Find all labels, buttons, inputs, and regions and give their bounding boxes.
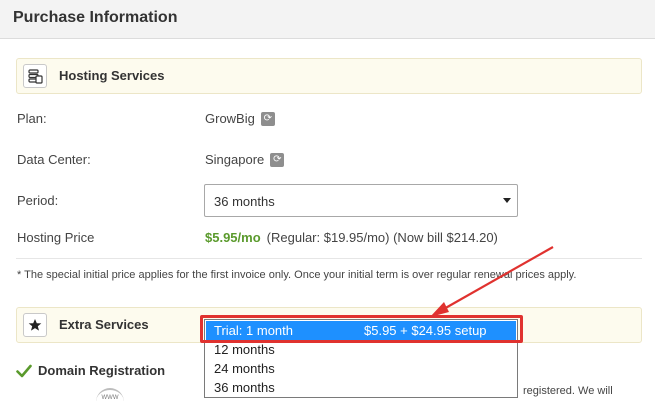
star-icon bbox=[23, 313, 47, 337]
change-plan-icon[interactable]: ⟳ bbox=[260, 111, 275, 126]
period-option-label: 12 months bbox=[214, 342, 275, 357]
server-stack-icon bbox=[23, 64, 47, 88]
period-selected-value: 36 months bbox=[214, 194, 275, 209]
period-option-36-months[interactable]: 36 months bbox=[206, 378, 516, 397]
plan-value: GrowBig bbox=[205, 111, 255, 126]
plan-label: Plan: bbox=[17, 111, 47, 126]
period-select[interactable]: 36 months bbox=[204, 184, 518, 217]
change-datacenter-icon[interactable]: ⟳ bbox=[270, 152, 285, 167]
checkmark-icon bbox=[16, 364, 32, 377]
domain-registration-label: Domain Registration bbox=[38, 363, 166, 378]
hosting-price-value: $5.95/mo bbox=[205, 230, 261, 245]
chevron-down-icon bbox=[503, 198, 511, 203]
hosting-services-label: Hosting Services bbox=[59, 68, 165, 83]
period-option-24-months[interactable]: 24 months bbox=[206, 359, 516, 378]
datacenter-value-row: Singapore ⟳ bbox=[205, 152, 285, 167]
www-icon: WWW bbox=[96, 388, 124, 401]
domain-registration-heading: Domain Registration bbox=[16, 363, 165, 378]
annotation-arrow-icon bbox=[430, 246, 554, 317]
period-option-label: 36 months bbox=[214, 380, 275, 395]
extra-services-label: Extra Services bbox=[59, 317, 149, 332]
www-icon-text: WWW bbox=[101, 395, 119, 401]
hosting-price-label: Hosting Price bbox=[17, 230, 95, 245]
page-title: Purchase Information bbox=[13, 9, 178, 26]
plan-value-row: GrowBig ⟳ bbox=[205, 111, 275, 126]
hosting-services-bar: Hosting Services bbox=[16, 58, 642, 94]
period-label: Period: bbox=[17, 193, 59, 208]
domain-partial-text: registered. We will bbox=[523, 385, 613, 397]
purchase-information-header: Purchase Information bbox=[0, 0, 655, 39]
period-option-label: 24 months bbox=[214, 361, 275, 376]
datacenter-label: Data Center: bbox=[17, 152, 91, 167]
datacenter-value: Singapore bbox=[205, 152, 265, 167]
